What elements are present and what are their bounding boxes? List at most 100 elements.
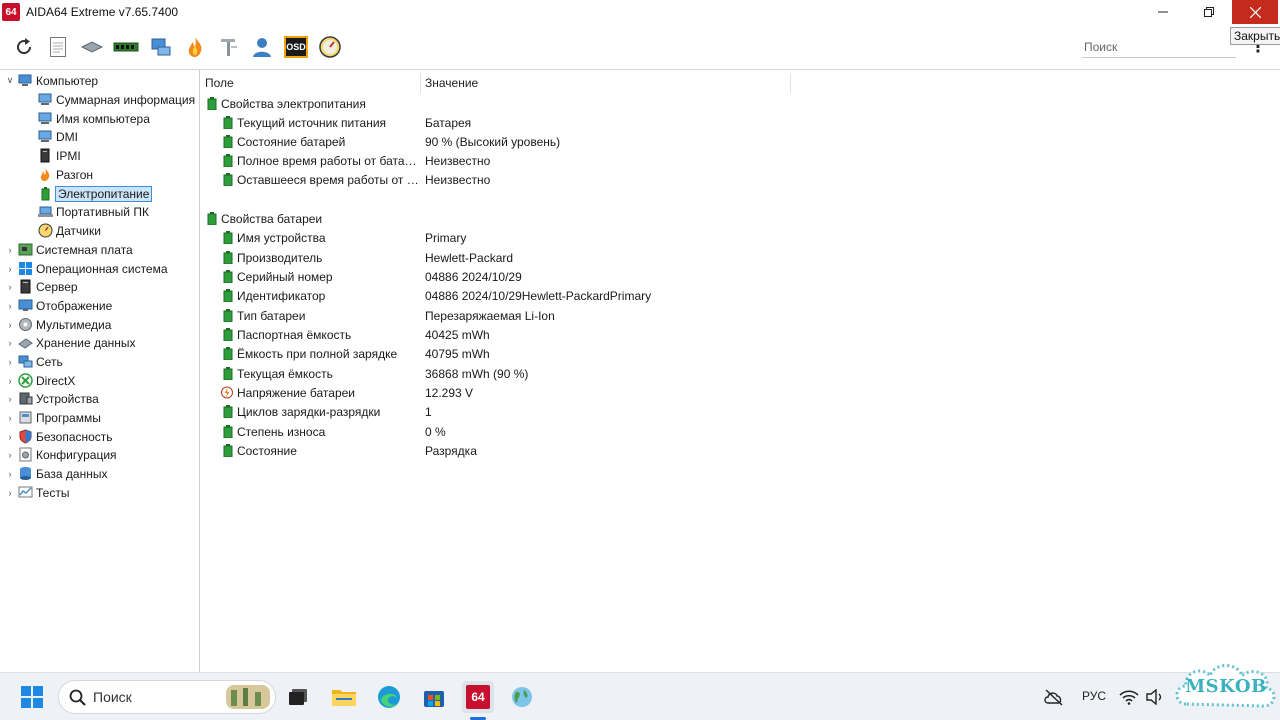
aida64-logo-icon: 64 <box>2 3 20 21</box>
tree-item-computer-name[interactable]: Имя компьютера <box>35 109 150 128</box>
report-button[interactable] <box>45 34 71 60</box>
chevron-right-icon[interactable]: › <box>5 301 15 311</box>
tree-item-label: Программы <box>36 410 101 425</box>
table-row[interactable]: Циклов зарядки-разрядки 1 <box>223 402 432 421</box>
row-field: Напряжение батареи <box>237 385 356 400</box>
table-row[interactable]: Тип батареи Перезаряжаемая Li-Ion <box>223 306 555 325</box>
wifi-button[interactable] <box>1116 681 1142 713</box>
tree-item-benchmark[interactable]: › Тесты <box>5 483 70 502</box>
row-value: Неизвестно <box>425 172 491 187</box>
restore-button[interactable] <box>1186 0 1232 24</box>
tree-item-power[interactable]: Электропитание <box>35 184 153 203</box>
edge-icon <box>378 686 400 708</box>
group-header[interactable]: Свойства батареи <box>207 209 322 228</box>
minimize-button[interactable] <box>1140 0 1186 24</box>
tree-item-ipmi[interactable]: IPMI <box>35 146 81 165</box>
tree-item-network[interactable]: › Сеть <box>5 352 63 371</box>
chevron-right-icon[interactable]: › <box>5 450 15 460</box>
osd-button[interactable]: OSD <box>283 34 309 60</box>
table-row[interactable]: Степень износа 0 % <box>223 422 446 441</box>
tree-item-devices[interactable]: › Устройства <box>5 389 99 408</box>
sensor-button[interactable] <box>317 34 343 60</box>
tree-item-label: Устройства <box>36 391 99 406</box>
chevron-right-icon[interactable]: › <box>5 338 15 348</box>
tree-item-summary[interactable]: Суммарная информация <box>35 90 195 109</box>
bios-update-button[interactable] <box>79 34 105 60</box>
tree-item-server[interactable]: › Сервер <box>5 277 78 296</box>
tree-item-label: Имя компьютера <box>56 111 150 126</box>
tree-item-computer[interactable]: ∨ Компьютер <box>5 71 98 90</box>
chevron-right-icon[interactable]: › <box>5 413 15 423</box>
tree-item-laptop[interactable]: Портативный ПК <box>35 202 149 221</box>
overclock-button[interactable] <box>182 34 208 60</box>
row-field: Производитель <box>237 250 323 265</box>
memory-button[interactable] <box>112 34 140 60</box>
tools-button[interactable] <box>216 34 242 60</box>
tree-item-overclock[interactable]: Разгон <box>35 165 93 184</box>
volume-button[interactable] <box>1142 681 1168 713</box>
search-input[interactable] <box>1082 36 1236 58</box>
table-row[interactable]: Состояние батарей 90 % (Высокий уровень) <box>223 132 560 151</box>
table-row[interactable]: Оставшееся время работы от б... Неизвест… <box>223 170 490 189</box>
edge-button[interactable] <box>373 681 405 713</box>
chevron-right-icon[interactable]: › <box>5 282 15 292</box>
row-value: 12.293 V <box>425 385 474 400</box>
chevron-right-icon[interactable]: › <box>5 376 15 386</box>
tree-item-dmi[interactable]: DMI <box>35 127 78 146</box>
task-view-button[interactable] <box>282 681 314 713</box>
chevron-right-icon[interactable]: › <box>5 320 15 330</box>
tree-item-config[interactable]: › Конфигурация <box>5 445 117 464</box>
tree-item-directx[interactable]: › DirectX <box>5 371 75 390</box>
column-header-value[interactable]: Значение <box>425 73 791 93</box>
taskbar-search[interactable]: Поиск <box>58 680 276 714</box>
cloud-status-button[interactable] <box>1040 681 1068 713</box>
close-button[interactable] <box>1232 0 1278 24</box>
chevron-right-icon[interactable]: › <box>5 469 15 479</box>
language-indicator[interactable]: РУС <box>1082 689 1106 703</box>
benchmark-icon <box>18 486 33 498</box>
tree-item-sensors[interactable]: Датчики <box>35 221 101 240</box>
table-row[interactable]: Текущий источник питания Батарея <box>223 113 471 132</box>
tree-item-storage[interactable]: › Хранение данных <box>5 333 136 352</box>
refresh-button[interactable] <box>11 34 37 60</box>
column-header-field[interactable]: Поле <box>205 73 421 93</box>
chevron-right-icon[interactable]: › <box>5 357 15 367</box>
ipmi-icon <box>40 148 50 163</box>
tree-item-security[interactable]: › Безопасность <box>5 427 113 446</box>
battery-icon <box>223 328 233 341</box>
chevron-down-icon[interactable]: ∨ <box>5 75 15 86</box>
table-row[interactable]: Текущая ёмкость 36868 mWh (90 %) <box>223 364 528 383</box>
user-button[interactable] <box>249 34 275 60</box>
table-row[interactable]: Напряжение батареи 12.293 V <box>221 383 473 402</box>
chevron-right-icon[interactable]: › <box>5 264 15 274</box>
tree-item-motherboard[interactable]: › Системная плата <box>5 240 133 259</box>
start-button[interactable] <box>16 681 48 713</box>
group-header[interactable]: Свойства электропитания <box>207 94 366 113</box>
battery-icon <box>223 367 233 380</box>
network-button[interactable] <box>148 34 174 60</box>
file-explorer-button[interactable] <box>328 681 360 713</box>
chevron-right-icon[interactable]: › <box>5 488 15 498</box>
table-row[interactable]: Полное время работы от батар... Неизвест… <box>223 151 490 170</box>
table-row[interactable]: Ёмкость при полной зарядке 40795 mWh <box>223 344 490 363</box>
tree-item-programs[interactable]: › Программы <box>5 408 101 427</box>
table-row[interactable]: Производитель Hewlett-Packard <box>223 248 513 267</box>
globe-app-button[interactable] <box>506 681 538 713</box>
table-row[interactable]: Идентификатор 04886 2024/10/29Hewlett-Pa… <box>223 286 651 305</box>
tree-item-multimedia[interactable]: › Мультимедиа <box>5 315 112 334</box>
store-button[interactable] <box>418 681 450 713</box>
chevron-right-icon[interactable]: › <box>5 394 15 404</box>
table-row[interactable]: Состояние Разрядка <box>223 441 477 460</box>
row-value: Разрядка <box>425 443 477 458</box>
chevron-right-icon[interactable]: › <box>5 432 15 442</box>
chevron-right-icon[interactable]: › <box>5 245 15 255</box>
tree-item-display[interactable]: › Отображение <box>5 296 113 315</box>
tree-item-os[interactable]: › Операционная система <box>5 259 168 278</box>
table-row[interactable]: Имя устройства Primary <box>223 228 466 247</box>
aida64-taskbar-button[interactable]: 64 <box>462 681 494 713</box>
tree-item-database[interactable]: › База данных <box>5 464 108 483</box>
wifi-icon <box>1119 690 1139 705</box>
tree-item-label: Электропитание <box>54 185 153 202</box>
table-row[interactable]: Серийный номер 04886 2024/10/29 <box>223 267 522 286</box>
table-row[interactable]: Паспортная ёмкость 40425 mWh <box>223 325 490 344</box>
